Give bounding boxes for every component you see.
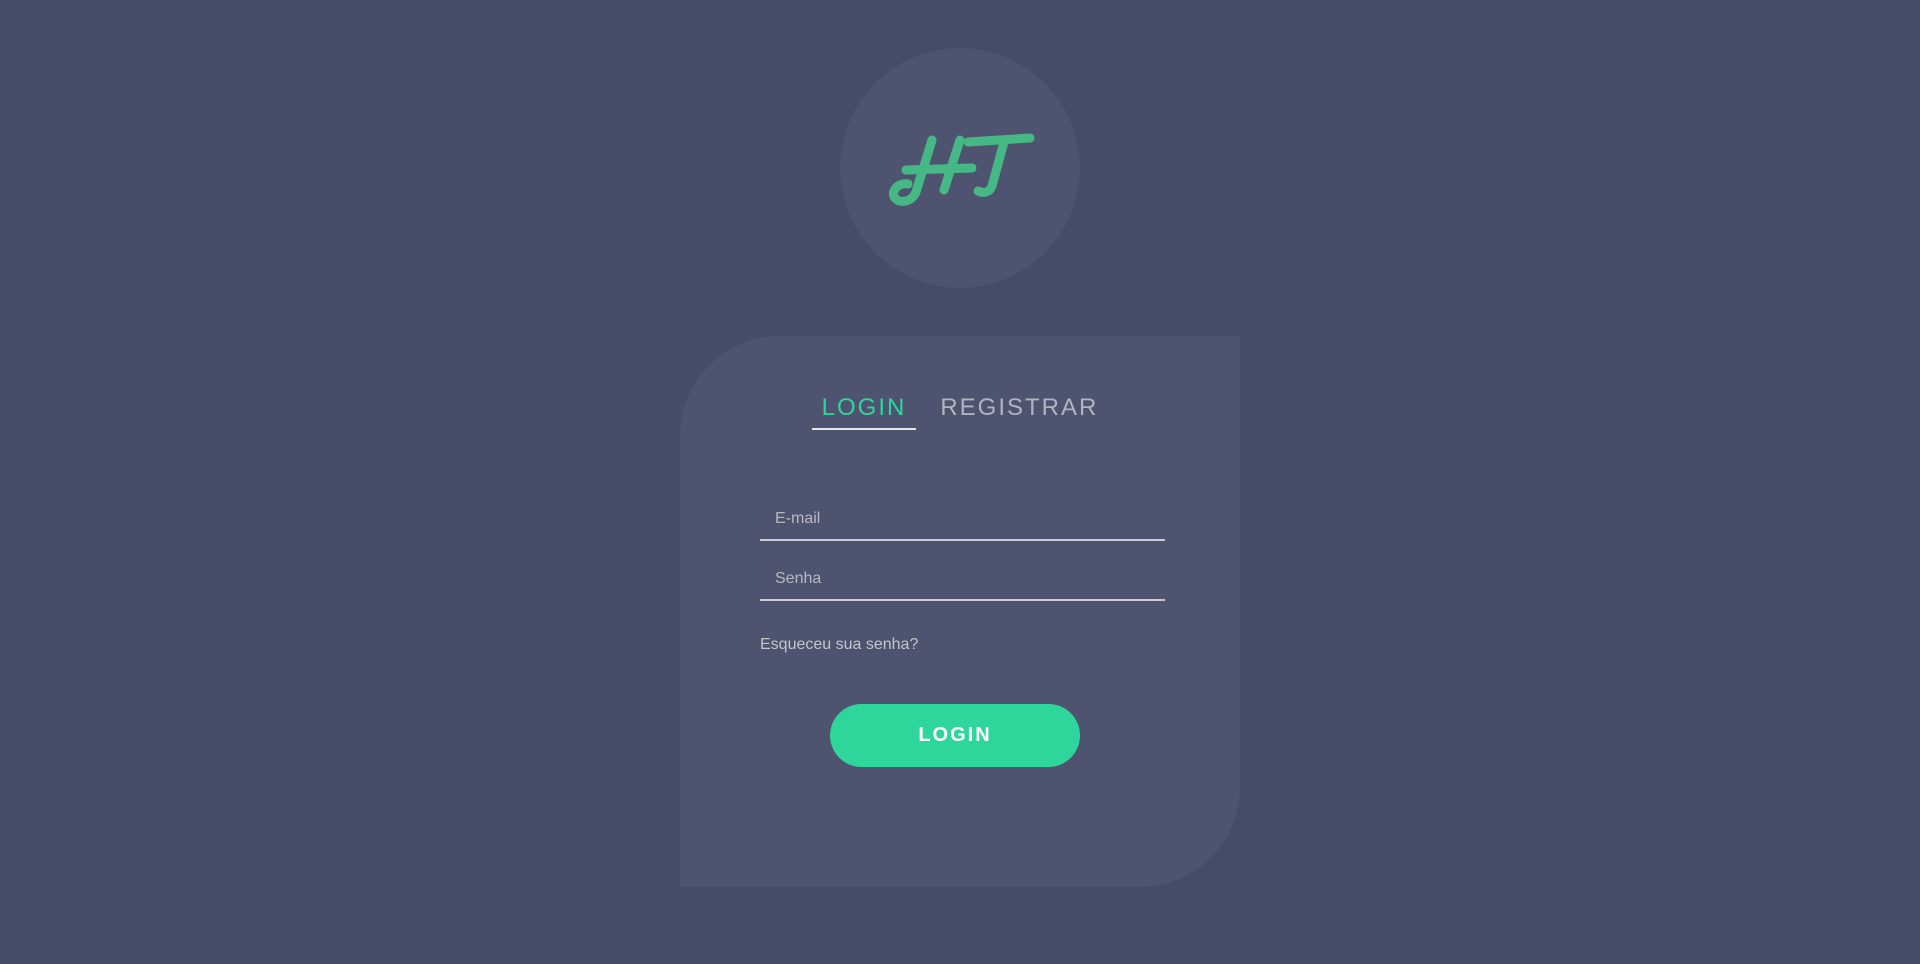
logo-badge xyxy=(840,48,1080,288)
email-field[interactable] xyxy=(760,499,1165,541)
password-field[interactable] xyxy=(760,559,1165,601)
forgot-password-link[interactable]: Esqueceu sua senha? xyxy=(760,636,918,654)
ht-logo-icon xyxy=(889,133,1035,206)
auth-tabs: LOGIN REGISTRAR xyxy=(680,394,1240,430)
tab-login[interactable]: LOGIN xyxy=(811,394,917,430)
login-card: LOGIN REGISTRAR Esqueceu sua senha? LOGI… xyxy=(680,336,1240,887)
tab-register[interactable]: REGISTRAR xyxy=(930,394,1108,430)
login-button[interactable]: LOGIN xyxy=(830,704,1080,767)
